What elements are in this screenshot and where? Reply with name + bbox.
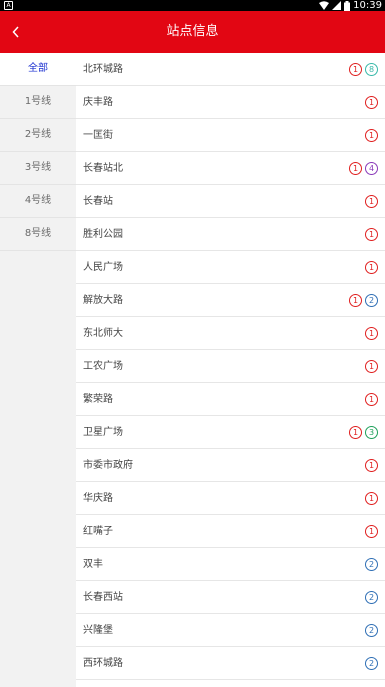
- signal-icon: [332, 1, 342, 10]
- station-row[interactable]: 长春西站 2: [76, 581, 385, 614]
- station-row[interactable]: 人民广场 1: [76, 251, 385, 284]
- line-badges: 1: [365, 251, 378, 284]
- line-badges: 2: [365, 614, 378, 647]
- line-badge: 2: [365, 624, 378, 637]
- line-badge: 8: [365, 63, 378, 76]
- station-row[interactable]: 市委市政府 1: [76, 449, 385, 482]
- wifi-icon: [319, 1, 330, 10]
- line-badge: 1: [365, 393, 378, 406]
- line-badge: 1: [365, 360, 378, 373]
- line-badges: 1: [365, 86, 378, 119]
- station-name: 庆丰路: [83, 97, 113, 108]
- line-badge: 2: [365, 591, 378, 604]
- station-name: 双丰: [83, 559, 103, 570]
- station-name: 人民广场: [83, 262, 123, 273]
- line-badge: 1: [365, 492, 378, 505]
- station-name: 解放大路: [83, 295, 123, 306]
- station-row[interactable]: 东北师大 1: [76, 317, 385, 350]
- station-list: 北环城路 1 8 庆丰路 1 一匡街 1 长春站北 1 4 长春站 1 胜利公园 1 人民广场 1 解放大路 1 2…: [76, 53, 385, 687]
- line-badge: 1: [349, 162, 362, 175]
- station-row[interactable]: 红嘴子 1: [76, 515, 385, 548]
- station-name: 卫星广场: [83, 427, 123, 438]
- line-badge: 2: [365, 657, 378, 670]
- station-name: 长春西站: [83, 592, 123, 603]
- line-badge: 1: [365, 327, 378, 340]
- line-badge: 1: [349, 63, 362, 76]
- station-name: 胜利公园: [83, 229, 123, 240]
- line-badges: 1: [365, 383, 378, 416]
- station-name: 市委市政府: [83, 460, 133, 471]
- station-row[interactable]: 胜利公园 1: [76, 218, 385, 251]
- page-title: 站点信息: [166, 24, 219, 39]
- station-name: 一匡街: [83, 130, 113, 141]
- line-badges: 1: [365, 515, 378, 548]
- station-row[interactable]: 长春站 1: [76, 185, 385, 218]
- station-row[interactable]: 西环城路 2: [76, 647, 385, 680]
- line-badges: 1: [365, 119, 378, 152]
- station-name: 长春站: [83, 196, 113, 207]
- line-badges: 14: [349, 152, 378, 185]
- line-badge: 1: [349, 294, 362, 307]
- station-row[interactable]: 繁荣路 1: [76, 383, 385, 416]
- line-badges: 1: [365, 482, 378, 515]
- station-name: 工农广场: [83, 361, 123, 372]
- station-row[interactable]: 双丰 2: [76, 548, 385, 581]
- line-badge: 1: [349, 426, 362, 439]
- app-header: 站点信息: [0, 11, 385, 53]
- line-badges: 1: [365, 185, 378, 218]
- line-badges: 12: [349, 284, 378, 317]
- line-badges: 1: [365, 317, 378, 350]
- battery-icon: [344, 0, 351, 11]
- line-badge: 1: [365, 228, 378, 241]
- line-badges: 2: [365, 548, 378, 581]
- station-row[interactable]: 一匡街 1: [76, 119, 385, 152]
- line-badge: 1: [365, 525, 378, 538]
- station-row[interactable]: 庆丰路 1: [76, 86, 385, 119]
- station-name: 红嘴子: [83, 526, 113, 537]
- station-row[interactable]: 北环城路 1 8: [76, 53, 385, 86]
- line-badge: 3: [365, 426, 378, 439]
- line-badges: 2: [365, 647, 378, 680]
- station-name: 东北师大: [83, 328, 123, 339]
- line-badges: 1: [365, 449, 378, 482]
- line-badges: 18: [349, 53, 378, 86]
- station-row[interactable]: 华庆路 1: [76, 482, 385, 515]
- station-name: 繁荣路: [83, 394, 113, 405]
- status-bar: A 10:39: [0, 0, 385, 11]
- sidebar-item-5[interactable]: 8号线: [0, 218, 76, 251]
- station-row[interactable]: 卫星广场 1 3: [76, 416, 385, 449]
- line-badge: 1: [365, 195, 378, 208]
- station-name: 长春站北: [83, 163, 123, 174]
- line-badges: 2: [365, 581, 378, 614]
- station-name: 兴隆堡: [83, 625, 113, 636]
- line-badge: 1: [365, 96, 378, 109]
- station-name: 北环城路: [83, 64, 123, 75]
- line-badge: 1: [365, 261, 378, 274]
- clock: 10:39: [353, 0, 382, 11]
- sidebar-item-1[interactable]: 1号线: [0, 86, 76, 119]
- line-badge: 2: [365, 558, 378, 571]
- line-badge: 1: [365, 129, 378, 142]
- sidebar-item-2[interactable]: 2号线: [0, 119, 76, 152]
- status-icons: 10:39: [319, 0, 382, 11]
- station-name: 华庆路: [83, 493, 113, 504]
- line-badge: 2: [365, 294, 378, 307]
- line-badges: 13: [349, 416, 378, 449]
- station-row[interactable]: 解放大路 1 2: [76, 284, 385, 317]
- sidebar-item-3[interactable]: 3号线: [0, 152, 76, 185]
- line-badge: 1: [365, 459, 378, 472]
- line-filter-sidebar: 全部 1号线 2号线 3号线 4号线 8号线: [0, 53, 76, 687]
- line-badge: 4: [365, 162, 378, 175]
- line-badges: 1: [365, 350, 378, 383]
- sidebar-item-4[interactable]: 4号线: [0, 185, 76, 218]
- station-name: 西环城路: [83, 658, 123, 669]
- notification-icon: A: [4, 1, 13, 10]
- line-badges: 1: [365, 218, 378, 251]
- station-row[interactable]: 长春站北 1 4: [76, 152, 385, 185]
- station-row[interactable]: 兴隆堡 2: [76, 614, 385, 647]
- sidebar-item-0[interactable]: 全部: [0, 53, 76, 86]
- station-row[interactable]: 工农广场 1: [76, 350, 385, 383]
